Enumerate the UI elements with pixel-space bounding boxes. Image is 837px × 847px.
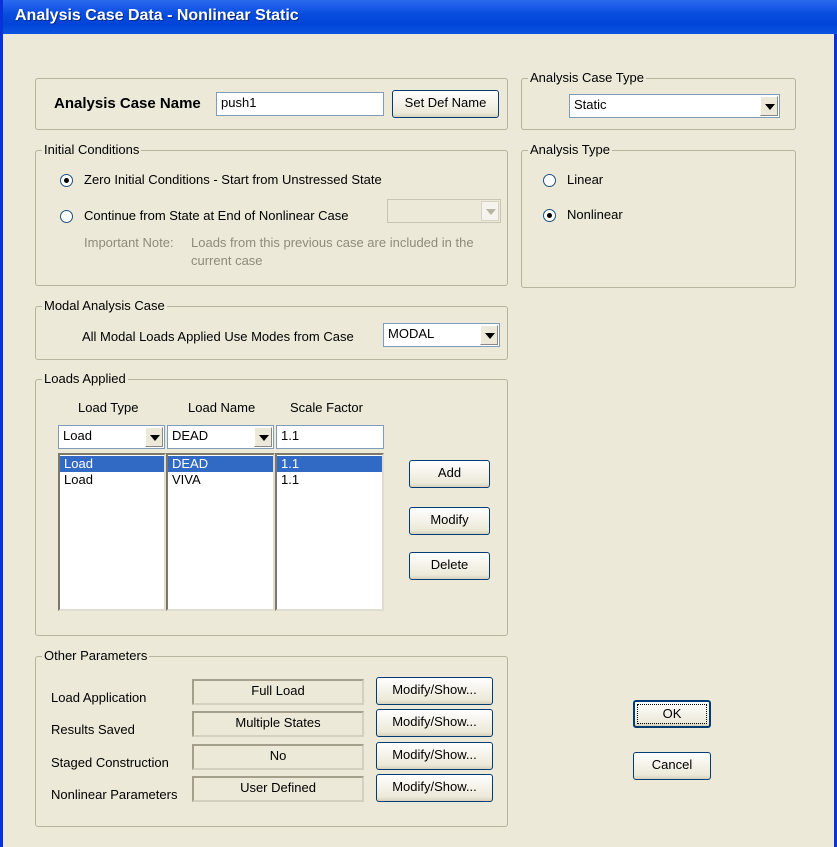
cancel-button[interactable]: Cancel — [633, 752, 711, 780]
chevron-down-icon[interactable] — [480, 325, 498, 345]
case-type-select[interactable]: Static — [569, 94, 780, 118]
param-value: No — [192, 744, 364, 770]
loads-applied-legend: Loads Applied — [42, 371, 128, 387]
chevron-down-icon[interactable] — [760, 96, 778, 116]
initial-conditions-legend: Initial Conditions — [42, 142, 142, 158]
ok-button[interactable]: OK — [633, 700, 711, 728]
list-item[interactable]: VIVA — [168, 472, 273, 488]
continue-state-label[interactable]: Continue from State at End of Nonlinear … — [84, 208, 348, 224]
loads-applied-group: Loads Applied Load Type Load Name Scale … — [35, 371, 508, 636]
load-name-select[interactable]: DEAD — [167, 425, 274, 449]
delete-button[interactable]: Delete — [409, 552, 490, 580]
load-type-list[interactable]: Load Load — [58, 453, 166, 611]
param-value: Full Load — [192, 679, 364, 705]
param-value: User Defined — [192, 776, 364, 802]
scale-factor-list[interactable]: 1.1 1.1 — [275, 453, 384, 611]
other-parameters-legend: Other Parameters — [42, 648, 150, 664]
modal-case-label: All Modal Loads Applied Use Modes from C… — [82, 329, 354, 344]
modal-case-legend: Modal Analysis Case — [42, 298, 167, 314]
modify-button[interactable]: Modify — [409, 507, 490, 535]
case-name-label: Analysis Case Name — [54, 95, 201, 112]
title-bar[interactable]: Analysis Case Data - Nonlinear Static — [3, 0, 837, 34]
list-item[interactable]: DEAD — [168, 456, 273, 472]
case-type-group: Analysis Case Type Static — [521, 70, 796, 130]
load-name-value: DEAD — [172, 428, 209, 443]
nonlinear-radio[interactable] — [543, 209, 556, 222]
initial-conditions-group: Initial Conditions Zero Initial Conditio… — [35, 142, 508, 286]
load-type-select[interactable]: Load — [58, 425, 165, 449]
load-name-list[interactable]: DEAD VIVA — [166, 453, 275, 611]
modal-case-select[interactable]: MODAL — [383, 323, 500, 347]
nonlinear-label[interactable]: Nonlinear — [567, 207, 623, 223]
chevron-down-icon[interactable] — [481, 201, 499, 221]
modify-show-button[interactable]: Modify/Show... — [376, 709, 493, 737]
param-value: Multiple States — [192, 711, 364, 737]
case-type-legend: Analysis Case Type — [528, 70, 646, 86]
analysis-type-legend: Analysis Type — [528, 142, 612, 158]
col-load-name: Load Name — [188, 400, 256, 415]
dialog-window: Analysis Case Data - Nonlinear Static An… — [0, 0, 837, 847]
modify-show-button[interactable]: Modify/Show... — [376, 742, 493, 770]
param-label: Nonlinear Parameters — [51, 787, 178, 802]
load-type-value: Load — [63, 428, 92, 443]
continue-state-radio[interactable] — [60, 210, 73, 223]
important-note-line1: Loads from this previous case are includ… — [191, 235, 474, 250]
linear-label[interactable]: Linear — [567, 172, 603, 188]
list-item[interactable]: Load — [60, 472, 164, 488]
chevron-down-icon[interactable] — [145, 427, 163, 447]
param-label: Results Saved — [51, 722, 135, 737]
param-label: Load Application — [51, 690, 147, 705]
scale-factor-input[interactable]: 1.1 — [276, 425, 384, 449]
add-button[interactable]: Add — [409, 460, 490, 488]
col-scale-factor: Scale Factor — [290, 400, 363, 415]
important-note-line2: current case — [191, 253, 263, 268]
window-title: Analysis Case Data - Nonlinear Static — [15, 7, 299, 24]
modify-show-button[interactable]: Modify/Show... — [376, 774, 493, 802]
chevron-down-icon[interactable] — [254, 427, 272, 447]
case-name-input[interactable]: push1 — [216, 92, 384, 116]
analysis-type-group: Analysis Type Linear Nonlinear — [521, 142, 796, 288]
case-type-value: Static — [574, 97, 607, 112]
linear-radio[interactable] — [543, 174, 556, 187]
other-parameters-group: Other Parameters Load Application Full L… — [35, 648, 508, 827]
list-item[interactable]: 1.1 — [277, 456, 382, 472]
set-def-name-button[interactable]: Set Def Name — [392, 90, 499, 118]
nonlinear-case-select[interactable] — [387, 199, 501, 223]
list-item[interactable]: 1.1 — [277, 472, 382, 488]
zero-initial-label[interactable]: Zero Initial Conditions - Start from Uns… — [84, 172, 382, 188]
modal-case-value: MODAL — [388, 326, 435, 341]
modify-show-button[interactable]: Modify/Show... — [376, 677, 493, 705]
modal-case-group: Modal Analysis Case All Modal Loads Appl… — [35, 298, 508, 360]
col-load-type: Load Type — [78, 400, 139, 415]
zero-initial-radio[interactable] — [60, 174, 73, 187]
case-name-group: Analysis Case Name push1 Set Def Name — [35, 78, 508, 130]
list-item[interactable]: Load — [60, 456, 164, 472]
param-label: Staged Construction — [51, 755, 169, 770]
important-note-label: Important Note: — [84, 235, 174, 250]
